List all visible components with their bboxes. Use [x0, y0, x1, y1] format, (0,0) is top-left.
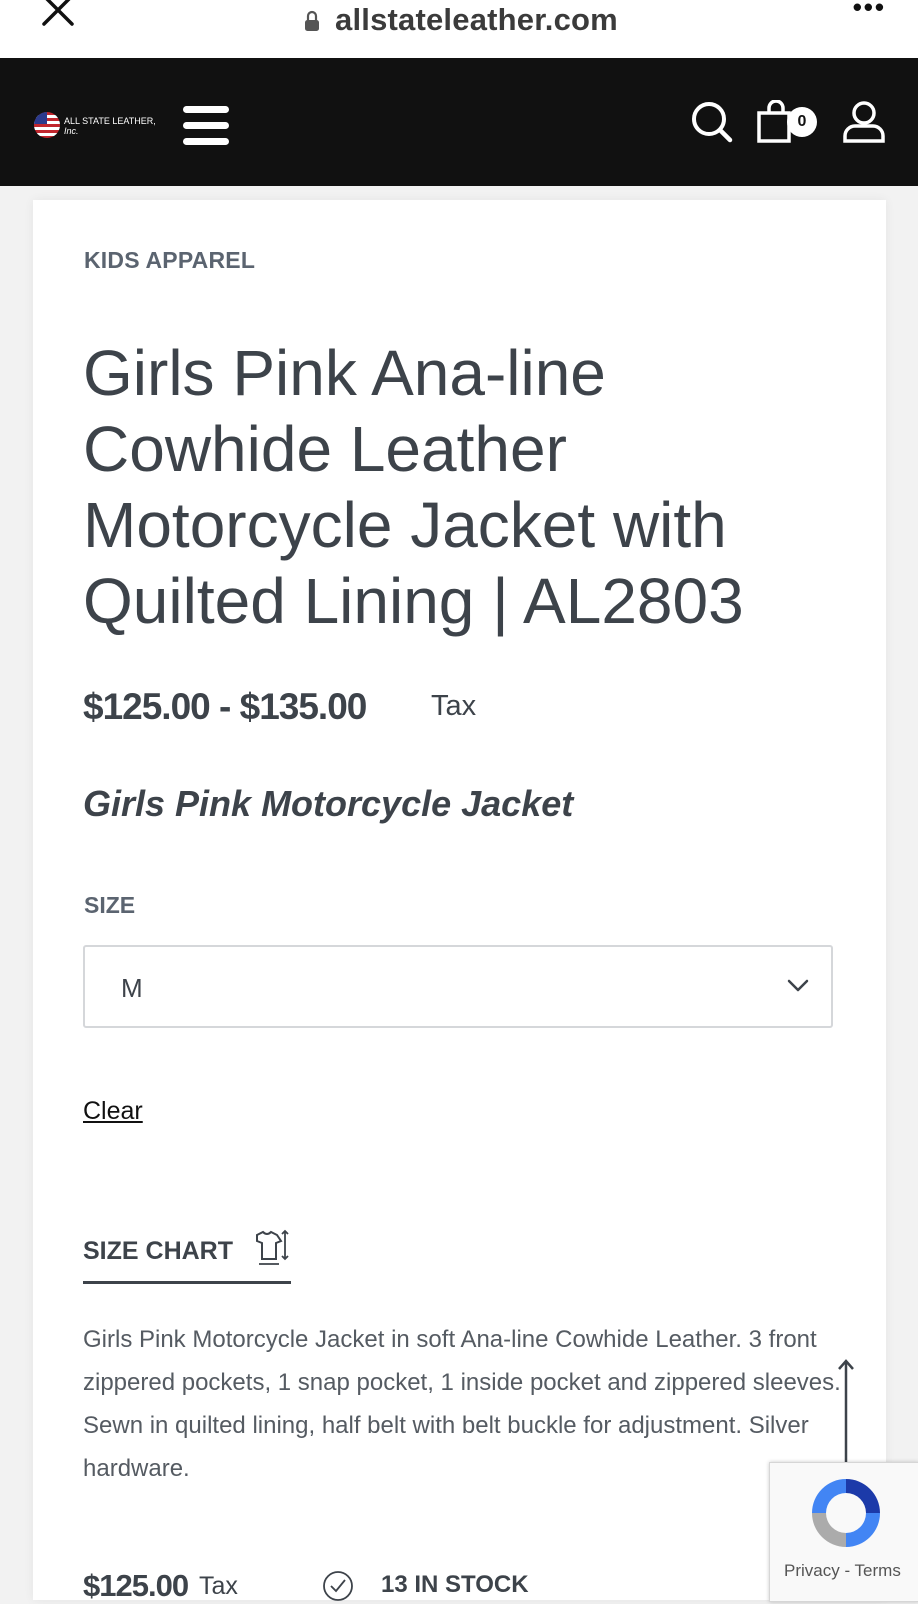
shirt-measure-icon — [256, 1229, 289, 1265]
lock-icon — [305, 10, 319, 31]
size-selected-value: M — [121, 973, 143, 1003]
browser-url-bar: allstateleather.com ••• — [0, 0, 918, 58]
close-icon[interactable] — [38, 0, 78, 30]
variant-price: $125.00 — [83, 1568, 189, 1603]
recaptcha-links: Privacy - Terms — [784, 1561, 901, 1581]
product-title: Girls Pink Ana-line Cowhide Leather Moto… — [83, 337, 744, 637]
recaptcha-icon — [812, 1479, 880, 1547]
product-category[interactable]: KIDS APPAREL — [84, 247, 255, 274]
flag-icon — [34, 112, 60, 138]
size-label: SIZE — [84, 892, 136, 918]
variant-tax-label: Tax — [199, 1572, 238, 1600]
menu-bar — [183, 138, 229, 145]
stock-status: 13 IN STOCK — [381, 1571, 529, 1598]
size-select[interactable]: M — [83, 945, 833, 1028]
recaptcha-separator: - — [839, 1561, 855, 1580]
chevron-down-icon — [787, 979, 809, 992]
product-description: Girls Pink Motorcycle Jacket in soft Ana… — [83, 1326, 841, 1482]
price-tax-label: Tax — [431, 690, 477, 722]
site-logo[interactable]: ALL STATE LEATHER, Inc. — [34, 112, 164, 142]
recaptcha-badge[interactable]: Privacy - Terms — [769, 1462, 918, 1602]
logo-line1: ALL STATE LEATHER, — [64, 116, 156, 126]
check-circle-icon — [323, 1571, 353, 1601]
cart-count-badge[interactable]: 0 — [787, 107, 817, 137]
menu-button[interactable] — [183, 106, 229, 146]
menu-bar — [183, 106, 229, 113]
account-icon[interactable] — [842, 100, 886, 144]
recaptcha-terms-link[interactable]: Terms — [855, 1561, 901, 1580]
logo-line2: Inc. — [64, 126, 79, 136]
size-chart-link[interactable]: SIZE CHART — [83, 1227, 291, 1284]
search-icon[interactable] — [690, 100, 734, 144]
logo-text: ALL STATE LEATHER, Inc. — [64, 116, 156, 136]
menu-bar — [183, 122, 229, 129]
clear-selection-link[interactable]: Clear — [83, 1097, 143, 1126]
browser-menu-icon[interactable]: ••• — [853, 0, 886, 23]
url-text[interactable]: allstateleather.com — [335, 2, 618, 38]
scroll-to-top-icon[interactable] — [833, 1358, 859, 1468]
price-range: $125.00 - $135.00 — [83, 686, 367, 727]
size-chart-label: SIZE CHART — [83, 1237, 233, 1265]
recaptcha-privacy-link[interactable]: Privacy — [784, 1561, 840, 1580]
product-subtitle: Girls Pink Motorcycle Jacket — [83, 783, 574, 824]
